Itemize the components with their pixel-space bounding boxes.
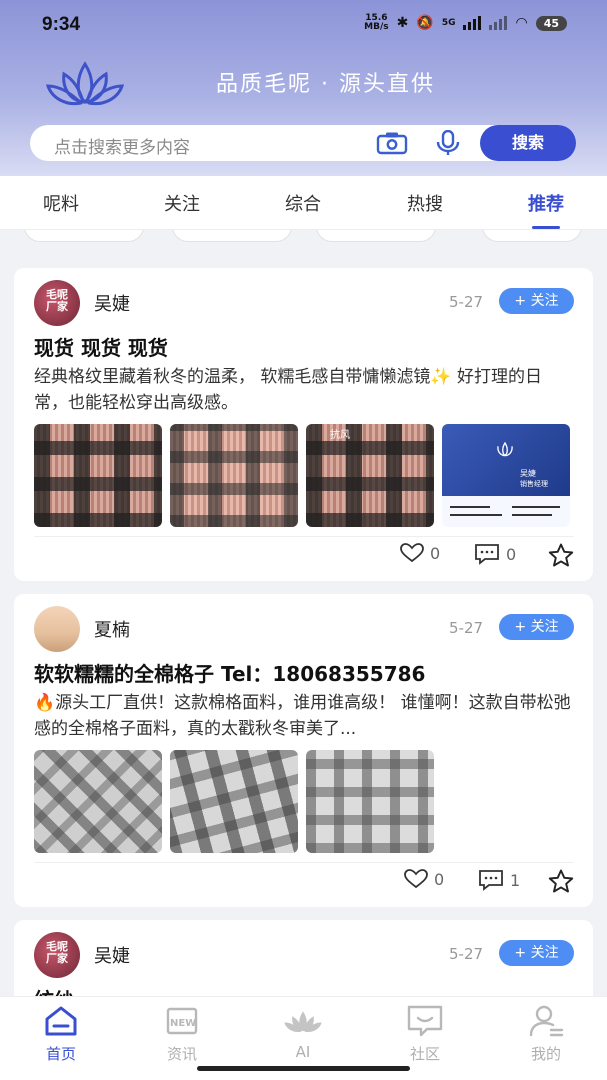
category-tabs: 呢料 关注 综合 热搜 推荐 — [0, 176, 607, 230]
nav-community[interactable]: 社区 — [390, 1003, 460, 1064]
heart-icon — [400, 543, 424, 563]
nav-profile[interactable]: 我的 — [511, 1003, 581, 1064]
like-button[interactable]: 0 — [404, 869, 444, 889]
nav-home[interactable]: 首页 — [26, 1003, 96, 1064]
search-button[interactable]: 搜索 — [480, 125, 576, 161]
post-image-business-card[interactable]: 吴婕 销售经理 — [442, 424, 570, 527]
network-type: 5G — [441, 17, 456, 28]
camera-icon[interactable] — [376, 131, 408, 155]
like-button[interactable]: 0 — [400, 543, 440, 563]
post-date: 5-27 — [449, 945, 484, 963]
signal-icon — [463, 16, 482, 30]
wifi-icon: ◠ — [515, 15, 528, 31]
filter-chip[interactable] — [482, 230, 582, 242]
microphone-icon[interactable] — [434, 130, 462, 156]
post-username[interactable]: 吴婕 — [94, 290, 130, 316]
community-chat-icon — [407, 1005, 443, 1037]
post-image[interactable] — [170, 424, 298, 527]
nav-news[interactable]: NEW 资讯 — [147, 1003, 217, 1064]
network-speed: 15.6 MB/s — [364, 13, 389, 32]
tab-general[interactable]: 综合 — [285, 190, 321, 216]
post-username[interactable]: 吴婕 — [94, 942, 130, 968]
mute-icon: 🔕 — [416, 15, 434, 31]
status-icons: 15.6 MB/s ✱ 🔕 5G ◠ 45 — [364, 14, 567, 32]
post-title[interactable]: 现货 现货 现货 — [34, 332, 168, 361]
home-icon — [45, 1006, 77, 1036]
header-slogan: 品质毛呢 · 源头直供 — [216, 72, 435, 97]
post-actions: 0 0 — [14, 541, 593, 571]
post-actions: 0 1 — [14, 867, 593, 897]
post-body[interactable]: 🔥源头工厂直供！这款棉格面料，谁用谁高级！ 谁懂啊！这款自带松弛感的全棉格子面料… — [34, 690, 574, 742]
comment-button[interactable]: 0 — [474, 543, 516, 565]
post-image[interactable] — [34, 750, 162, 853]
tab-fabric[interactable]: 呢料 — [43, 190, 79, 216]
filter-chips — [0, 230, 607, 244]
status-bar: 9:34 15.6 MB/s ✱ 🔕 5G ◠ 45 — [0, 0, 607, 50]
news-icon: NEW — [166, 1007, 198, 1035]
post-images: 抗风 吴婕 销售经理 — [34, 424, 570, 527]
tab-following[interactable]: 关注 — [164, 190, 200, 216]
status-time: 9:34 — [42, 14, 81, 35]
post-image[interactable] — [170, 750, 298, 853]
ai-lotus-icon — [284, 1011, 322, 1033]
post-image[interactable]: 抗风 — [306, 424, 434, 527]
avatar[interactable] — [34, 606, 80, 652]
search-input[interactable]: 点击搜索更多内容 — [54, 133, 190, 158]
heart-icon — [404, 869, 428, 889]
avatar[interactable]: 毛呢 厂家 — [34, 280, 80, 326]
lotus-logo-icon — [497, 441, 513, 457]
comment-icon — [479, 870, 503, 891]
comment-count: 1 — [510, 870, 521, 890]
follow-button[interactable]: + 关注 — [499, 614, 574, 640]
star-icon[interactable] — [548, 543, 574, 567]
comment-button[interactable]: 1 — [478, 869, 520, 891]
tab-trending[interactable]: 热搜 — [407, 190, 443, 216]
filter-chip[interactable] — [172, 230, 292, 242]
post-card[interactable]: 毛呢 厂家 吴婕 5-27 + 关注 现货 现货 现货 经典格纹里藏着秋冬的温柔… — [14, 268, 593, 581]
post-date: 5-27 — [449, 293, 484, 311]
post-images — [34, 750, 434, 853]
search-bar[interactable]: 点击搜索更多内容 搜索 — [30, 125, 576, 161]
card-contact-title: 销售经理 — [520, 480, 548, 488]
post-date: 5-27 — [449, 619, 484, 637]
post-username[interactable]: 夏楠 — [94, 616, 130, 642]
like-count: 0 — [430, 543, 441, 563]
home-indicator[interactable] — [197, 1066, 410, 1071]
nav-ai[interactable]: AI — [268, 1003, 338, 1061]
follow-button[interactable]: + 关注 — [499, 288, 574, 314]
post-image[interactable] — [34, 424, 162, 527]
avatar[interactable]: 毛呢 厂家 — [34, 932, 80, 978]
battery-icon: 45 — [535, 15, 567, 31]
bluetooth-icon: ✱ — [396, 15, 409, 31]
image-overlay-text: 抗风 — [330, 430, 350, 441]
follow-button[interactable]: + 关注 — [499, 940, 574, 966]
post-image[interactable] — [306, 750, 434, 853]
signal-2-icon — [489, 16, 508, 30]
post-body[interactable]: 经典格纹里藏着秋冬的温柔， 软糯毛感自带慵懒滤镜✨ 好打理的日常，也能轻松穿出高… — [34, 364, 574, 416]
filter-chip[interactable] — [24, 230, 144, 242]
comment-icon — [475, 544, 499, 565]
card-contact-name: 吴婕 — [520, 469, 536, 478]
filter-chip[interactable] — [316, 230, 436, 242]
post-card[interactable]: 夏楠 5-27 + 关注 软软糯糯的全棉格子 Tel：18068355786 🔥… — [14, 594, 593, 907]
svg-text:NEW: NEW — [170, 1018, 196, 1029]
tab-recommended[interactable]: 推荐 — [528, 190, 564, 216]
comment-count: 0 — [506, 544, 517, 564]
active-tab-indicator — [532, 226, 560, 229]
post-title[interactable]: 软软糯糯的全棉格子 Tel：18068355786 — [34, 658, 425, 687]
star-icon[interactable] — [548, 869, 574, 893]
lotus-logo-icon — [46, 61, 124, 106]
profile-icon — [529, 1005, 564, 1037]
like-count: 0 — [434, 869, 445, 889]
